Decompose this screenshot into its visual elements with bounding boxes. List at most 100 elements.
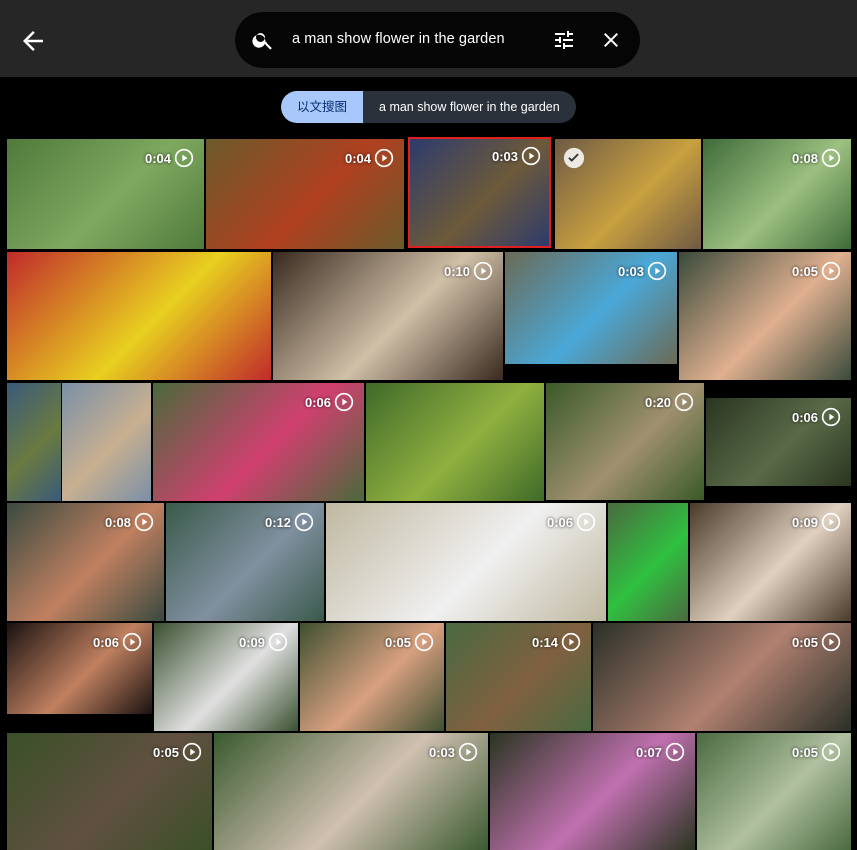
video-duration-badge: 0:03 <box>429 742 478 762</box>
result-thumbnail[interactable] <box>366 383 544 501</box>
play-circle-icon <box>374 148 394 168</box>
video-duration-badge: 0:10 <box>444 261 493 281</box>
result-thumbnail[interactable]: 0:08 <box>703 139 851 249</box>
video-duration: 0:06 <box>92 634 119 650</box>
result-thumbnail[interactable]: 0:06 <box>706 398 851 486</box>
result-thumbnail[interactable] <box>608 503 688 621</box>
play-circle-icon <box>334 392 354 412</box>
video-duration-badge: 0:05 <box>792 632 841 652</box>
video-duration-badge: 0:08 <box>105 512 154 532</box>
video-duration-badge: 0:09 <box>792 512 841 532</box>
result-thumbnail[interactable]: 0:04 <box>7 139 204 249</box>
video-duration-badge: 0:14 <box>532 632 581 652</box>
result-thumbnail[interactable]: 0:20 <box>546 383 704 500</box>
video-duration-badge: 0:06 <box>305 392 354 412</box>
video-duration-badge: 0:04 <box>345 148 394 168</box>
video-duration-badge: 0:06 <box>792 407 841 427</box>
video-duration-badge: 0:09 <box>239 632 288 652</box>
play-circle-icon <box>821 512 841 532</box>
video-duration: 0:03 <box>428 744 455 760</box>
result-thumbnail[interactable]: 0:06 <box>153 383 364 501</box>
result-thumbnail[interactable]: 0:04 <box>206 139 404 249</box>
video-duration: 0:04 <box>344 150 371 166</box>
video-duration: 0:05 <box>384 634 411 650</box>
result-thumbnail[interactable]: 0:05 <box>697 733 851 850</box>
result-thumbnail[interactable] <box>7 252 271 380</box>
play-circle-icon <box>174 148 194 168</box>
play-circle-icon <box>561 632 581 652</box>
play-circle-icon <box>458 742 478 762</box>
video-duration: 0:14 <box>531 634 558 650</box>
video-duration: 0:04 <box>144 150 171 166</box>
video-duration: 0:10 <box>443 263 470 279</box>
video-duration: 0:07 <box>635 744 662 760</box>
result-thumbnail[interactable] <box>555 139 701 249</box>
video-duration-badge: 0:05 <box>385 632 434 652</box>
video-duration-badge: 0:06 <box>547 512 596 532</box>
result-thumbnail[interactable]: 0:03 <box>408 137 551 248</box>
result-thumbnail[interactable]: 0:05 <box>593 623 851 731</box>
play-circle-icon <box>294 512 314 532</box>
result-thumbnail[interactable]: 0:05 <box>679 252 851 380</box>
play-circle-icon <box>182 742 202 762</box>
play-circle-icon <box>821 742 841 762</box>
result-thumbnail[interactable]: 0:03 <box>505 252 677 364</box>
video-duration: 0:05 <box>791 263 818 279</box>
play-circle-icon <box>521 146 541 166</box>
video-duration: 0:20 <box>644 394 671 410</box>
video-duration: 0:09 <box>238 634 265 650</box>
result-thumbnail[interactable]: 0:05 <box>7 733 212 850</box>
video-duration: 0:08 <box>791 150 818 166</box>
video-duration: 0:06 <box>791 409 818 425</box>
video-duration-badge: 0:20 <box>645 392 694 412</box>
result-thumbnail[interactable]: 0:06 <box>7 623 152 714</box>
video-duration-badge: 0:05 <box>153 742 202 762</box>
results-grid: 0:04 0:04 0:03 0:08 0:10 0:03 0:05 0:06 0:20 0:06… <box>0 0 857 850</box>
video-duration: 0:08 <box>104 514 131 530</box>
video-duration: 0:09 <box>791 514 818 530</box>
check-circle-icon[interactable] <box>563 147 585 169</box>
play-circle-icon <box>576 512 596 532</box>
play-circle-icon <box>414 632 434 652</box>
video-duration-badge: 0:03 <box>618 261 667 281</box>
play-circle-icon <box>134 512 154 532</box>
video-duration-badge: 0:04 <box>145 148 194 168</box>
play-circle-icon <box>122 632 142 652</box>
play-circle-icon <box>473 261 493 281</box>
result-thumbnail[interactable]: 0:12 <box>166 503 324 621</box>
video-duration-badge: 0:05 <box>792 742 841 762</box>
play-circle-icon <box>821 261 841 281</box>
video-duration: 0:03 <box>491 148 518 164</box>
video-duration: 0:05 <box>791 634 818 650</box>
video-duration-badge: 0:06 <box>93 632 142 652</box>
video-duration-badge: 0:03 <box>492 146 541 166</box>
result-thumbnail[interactable]: 0:09 <box>690 503 851 621</box>
result-thumbnail[interactable]: 0:09 <box>154 623 298 731</box>
video-duration: 0:03 <box>617 263 644 279</box>
result-thumbnail[interactable]: 0:05 <box>300 623 444 731</box>
play-circle-icon <box>647 261 667 281</box>
video-duration: 0:06 <box>546 514 573 530</box>
video-duration: 0:12 <box>264 514 291 530</box>
video-duration-badge: 0:12 <box>265 512 314 532</box>
result-thumbnail[interactable]: 0:07 <box>490 733 695 850</box>
play-circle-icon <box>821 407 841 427</box>
play-circle-icon <box>268 632 288 652</box>
result-thumbnail[interactable]: 0:14 <box>446 623 591 731</box>
play-circle-icon <box>821 632 841 652</box>
video-duration: 0:05 <box>791 744 818 760</box>
video-duration-badge: 0:08 <box>792 148 841 168</box>
video-duration-badge: 0:05 <box>792 261 841 281</box>
result-thumbnail[interactable]: 0:08 <box>7 503 164 621</box>
video-duration: 0:06 <box>304 394 331 410</box>
play-circle-icon <box>674 392 694 412</box>
video-duration: 0:05 <box>152 744 179 760</box>
play-circle-icon <box>665 742 685 762</box>
result-thumbnail[interactable] <box>62 383 151 501</box>
result-thumbnail[interactable]: 0:10 <box>273 252 503 380</box>
result-thumbnail[interactable]: 0:06 <box>326 503 606 621</box>
video-duration-badge: 0:07 <box>636 742 685 762</box>
result-thumbnail[interactable] <box>7 383 61 501</box>
result-thumbnail[interactable]: 0:03 <box>214 733 488 850</box>
play-circle-icon <box>821 148 841 168</box>
